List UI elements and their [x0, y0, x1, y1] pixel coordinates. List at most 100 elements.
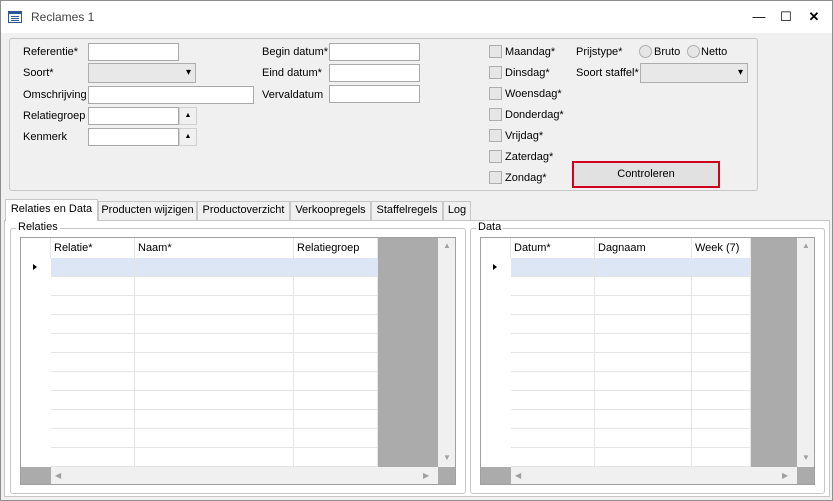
- table-cell[interactable]: [595, 353, 692, 372]
- table-cell[interactable]: [595, 410, 692, 429]
- vrijdag-checkbox[interactable]: [489, 129, 502, 142]
- relatiegroep-input[interactable]: [88, 107, 179, 125]
- table-cell[interactable]: [51, 296, 135, 315]
- table-cell[interactable]: [294, 448, 378, 467]
- table-cell[interactable]: [51, 372, 135, 391]
- table-cell[interactable]: [294, 277, 378, 296]
- table-cell[interactable]: [135, 296, 294, 315]
- table-cell[interactable]: [692, 448, 751, 467]
- maandag-checkbox[interactable]: [489, 45, 502, 58]
- scroll-left-icon[interactable]: ◀: [515, 471, 521, 480]
- row-header[interactable]: [21, 391, 51, 410]
- minimize-button[interactable]: —: [744, 1, 774, 33]
- table-cell[interactable]: [135, 315, 294, 334]
- table-cell[interactable]: [511, 372, 595, 391]
- dagnaam-column-header[interactable]: Dagnaam: [595, 238, 692, 258]
- scroll-down-icon[interactable]: ▼: [443, 453, 451, 462]
- row-header[interactable]: [481, 315, 511, 334]
- table-cell[interactable]: [294, 315, 378, 334]
- table-cell[interactable]: [51, 258, 135, 277]
- table-cell[interactable]: [511, 334, 595, 353]
- row-header[interactable]: [21, 372, 51, 391]
- table-cell[interactable]: [692, 391, 751, 410]
- table-cell[interactable]: [511, 353, 595, 372]
- vervaldatum-input[interactable]: [329, 85, 420, 103]
- bruto-radio[interactable]: [639, 45, 652, 58]
- table-cell[interactable]: [294, 353, 378, 372]
- table-cell[interactable]: [51, 277, 135, 296]
- table-cell[interactable]: [294, 391, 378, 410]
- row-header[interactable]: [21, 296, 51, 315]
- table-cell[interactable]: [692, 277, 751, 296]
- table-cell[interactable]: [511, 315, 595, 334]
- table-cell[interactable]: [51, 353, 135, 372]
- table-cell[interactable]: [135, 334, 294, 353]
- table-cell[interactable]: [692, 429, 751, 448]
- table-cell[interactable]: [135, 410, 294, 429]
- table-cell[interactable]: [692, 353, 751, 372]
- table-cell[interactable]: [595, 391, 692, 410]
- table-cell[interactable]: [294, 334, 378, 353]
- tab-staffelregels[interactable]: Staffelregels: [371, 201, 443, 220]
- table-cell[interactable]: [595, 315, 692, 334]
- data-vertical-scrollbar[interactable]: ▲ ▼: [797, 238, 814, 467]
- zondag-checkbox[interactable]: [489, 171, 502, 184]
- row-header[interactable]: [21, 315, 51, 334]
- table-cell[interactable]: [511, 448, 595, 467]
- table-cell[interactable]: [511, 410, 595, 429]
- data-horizontal-scrollbar[interactable]: ◀ ▶: [511, 467, 797, 484]
- table-cell[interactable]: [135, 258, 294, 277]
- row-header[interactable]: [21, 258, 51, 277]
- tab-productoverzicht[interactable]: Productoverzicht: [197, 201, 290, 220]
- table-cell[interactable]: [294, 296, 378, 315]
- scroll-up-icon[interactable]: ▲: [802, 241, 810, 250]
- relatiegroep-column-header[interactable]: Relatiegroep: [294, 238, 378, 258]
- netto-radio[interactable]: [687, 45, 700, 58]
- woensdag-checkbox[interactable]: [489, 87, 502, 100]
- datum-column-header[interactable]: Datum*: [511, 238, 595, 258]
- table-cell[interactable]: [135, 391, 294, 410]
- eind-datum-input[interactable]: [329, 64, 420, 82]
- controleren-button[interactable]: Controleren: [572, 161, 720, 188]
- spin-up-icon[interactable]: ▲: [179, 107, 197, 125]
- table-cell[interactable]: [135, 372, 294, 391]
- table-cell[interactable]: [51, 315, 135, 334]
- table-cell[interactable]: [51, 334, 135, 353]
- relaties-vertical-scrollbar[interactable]: ▲ ▼: [438, 238, 455, 467]
- table-cell[interactable]: [511, 391, 595, 410]
- relaties-grid[interactable]: Relatie* Naam* Relatiegroep ▲ ▼ ◀ ▶: [20, 237, 456, 485]
- omschrijving-input[interactable]: [88, 86, 254, 104]
- table-cell[interactable]: [692, 296, 751, 315]
- spin-up-icon[interactable]: ▲: [179, 128, 197, 146]
- close-button[interactable]: ✕: [799, 1, 829, 33]
- table-cell[interactable]: [51, 448, 135, 467]
- donderdag-checkbox[interactable]: [489, 108, 502, 121]
- row-header[interactable]: [21, 334, 51, 353]
- row-header[interactable]: [21, 429, 51, 448]
- dinsdag-checkbox[interactable]: [489, 66, 502, 79]
- row-header[interactable]: [21, 353, 51, 372]
- table-cell[interactable]: [595, 277, 692, 296]
- row-header[interactable]: [21, 277, 51, 296]
- row-header[interactable]: [481, 277, 511, 296]
- begin-datum-input[interactable]: [329, 43, 420, 61]
- table-cell[interactable]: [692, 410, 751, 429]
- table-cell[interactable]: [51, 410, 135, 429]
- referentie-input[interactable]: [88, 43, 179, 61]
- scroll-down-icon[interactable]: ▼: [802, 453, 810, 462]
- row-header[interactable]: [481, 372, 511, 391]
- table-cell[interactable]: [595, 372, 692, 391]
- table-cell[interactable]: [511, 258, 595, 277]
- table-cell[interactable]: [595, 334, 692, 353]
- tab-relaties-en-data[interactable]: Relaties en Data: [5, 199, 98, 221]
- table-cell[interactable]: [294, 429, 378, 448]
- tab-producten-wijzigen[interactable]: Producten wijzigen: [98, 201, 197, 220]
- week-column-header[interactable]: Week (7): [692, 238, 751, 258]
- row-header[interactable]: [21, 410, 51, 429]
- table-cell[interactable]: [135, 448, 294, 467]
- table-cell[interactable]: [595, 296, 692, 315]
- table-cell[interactable]: [294, 258, 378, 277]
- soort-select[interactable]: ▾: [88, 63, 196, 83]
- row-header[interactable]: [481, 410, 511, 429]
- table-cell[interactable]: [135, 277, 294, 296]
